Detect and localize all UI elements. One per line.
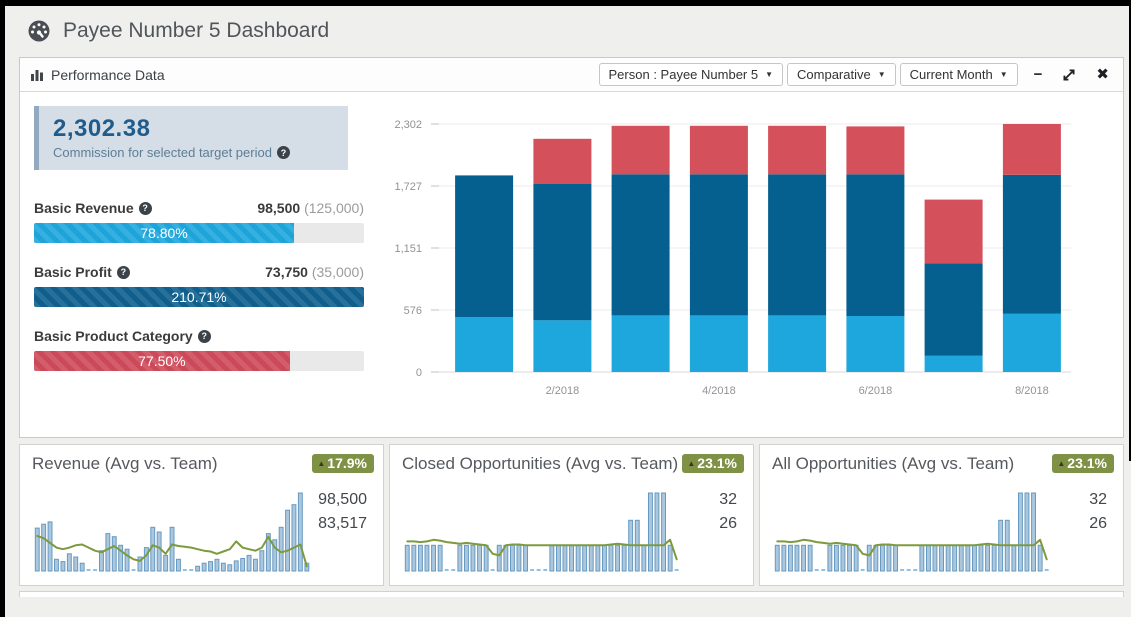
comparative-filter-label: Comparative: [797, 67, 871, 82]
panel-window-controls: − ✖: [1034, 67, 1109, 82]
svg-text:6/2018: 6/2018: [859, 385, 893, 397]
svg-text:1,151: 1,151: [394, 243, 422, 255]
metric-numbers: 98,500 (125,000): [257, 200, 364, 216]
all-opportunities-sparkline-chart: [774, 483, 1050, 579]
progress-track: 210.71%: [34, 287, 364, 307]
expand-icon[interactable]: [1062, 68, 1076, 82]
kpi-change-value: 23.1%: [1067, 455, 1107, 471]
kpi-secondary-value: 83,517: [318, 512, 367, 536]
metric-value: 98,500: [257, 200, 300, 216]
help-icon[interactable]: ?: [139, 202, 152, 215]
metric-value: 73,750: [265, 264, 308, 280]
bar-chart-icon: [30, 68, 44, 82]
triangle-up-icon: ▲: [317, 459, 325, 468]
kpi-values: 32 26: [1089, 488, 1107, 536]
kpi-change-badge: ▲ 23.1%: [682, 454, 744, 473]
period-filter-label: Current Month: [910, 67, 993, 82]
dashboard-gauge-icon: [27, 19, 51, 43]
filter-bar: Person : Payee Number 5 ▼ Comparative ▼ …: [599, 63, 1018, 86]
app-header: Payee Number 5 Dashboard: [5, 6, 1131, 55]
performance-data-panel: Performance Data Person : Payee Number 5…: [19, 57, 1124, 438]
metric-basic-profit: Basic Profit ? 73,750 (35,000) 210.71%: [34, 264, 364, 307]
kpi-primary-value: 98,500: [318, 488, 367, 512]
metric-label: Basic Revenue ?: [34, 200, 152, 216]
svg-text:1,727: 1,727: [394, 181, 422, 193]
metric-basic-product-category: Basic Product Category ? 77.50%: [34, 328, 364, 371]
chart-column: 0 576 1,151 1,727 2,302 2/2018 4/2018 6/2018 8/2…: [379, 106, 1119, 431]
metric-label: Basic Product Category ?: [34, 328, 211, 344]
page-title: Payee Number 5 Dashboard: [63, 19, 329, 43]
kpi-change-badge: ▲ 23.1%: [1052, 454, 1114, 473]
metric-basic-revenue: Basic Revenue ? 98,500 (125,000) 78.80%: [34, 200, 364, 243]
kpi-change-badge: ▲ 17.9%: [312, 454, 374, 473]
progress-fill: 210.71%: [34, 287, 364, 307]
period-filter-dropdown[interactable]: Current Month ▼: [900, 63, 1018, 86]
kpi-row: Revenue (Avg vs. Team) ▲ 17.9% 98,500 83…: [19, 444, 1124, 586]
svg-text:2/2018: 2/2018: [546, 385, 580, 397]
svg-text:576: 576: [404, 305, 422, 317]
kpi-values: 98,500 83,517: [318, 488, 367, 536]
close-icon[interactable]: ✖: [1096, 67, 1109, 82]
triangle-up-icon: ▲: [687, 459, 695, 468]
closed-opportunities-sparkline-chart: [404, 483, 680, 579]
svg-text:4/2018: 4/2018: [702, 385, 736, 397]
svg-text:2,302: 2,302: [394, 119, 422, 131]
metric-target: (35,000): [312, 264, 364, 280]
panel-header: Performance Data Person : Payee Number 5…: [20, 58, 1123, 92]
metric-target: (125,000): [304, 200, 364, 216]
person-filter-dropdown[interactable]: Person : Payee Number 5 ▼: [599, 63, 784, 86]
kpi-change-value: 17.9%: [327, 455, 367, 471]
chevron-down-icon: ▼: [1000, 70, 1008, 79]
progress-percent-label: 210.71%: [171, 289, 226, 305]
revenue-sparkline-chart: [34, 483, 310, 579]
kpi-revenue: Revenue (Avg vs. Team) ▲ 17.9% 98,500 83…: [19, 444, 384, 586]
commission-value: 2,302.38: [53, 115, 336, 143]
progress-track: 78.80%: [34, 223, 364, 243]
kpi-primary-value: 32: [719, 488, 737, 512]
help-icon[interactable]: ?: [198, 330, 211, 343]
next-panel-row-edge: [19, 591, 1124, 597]
metric-label-text: Basic Revenue: [34, 200, 134, 216]
help-icon[interactable]: ?: [117, 266, 130, 279]
panel-title: Performance Data: [51, 67, 165, 83]
progress-percent-label: 78.80%: [140, 225, 187, 241]
chevron-down-icon: ▼: [878, 70, 886, 79]
minimize-icon[interactable]: −: [1034, 67, 1043, 82]
metric-label-text: Basic Profit: [34, 264, 112, 280]
commission-caption: Commission for selected target period ?: [53, 145, 336, 160]
commission-summary-box: 2,302.38 Commission for selected target …: [34, 106, 348, 170]
kpi-values: 32 26: [719, 488, 737, 536]
kpi-primary-value: 32: [1089, 488, 1107, 512]
kpi-all-opportunities: All Opportunities (Avg vs. Team) ▲ 23.1%…: [759, 444, 1124, 586]
help-icon[interactable]: ?: [277, 146, 290, 159]
metric-label-text: Basic Product Category: [34, 328, 193, 344]
person-filter-label: Person : Payee Number 5: [609, 67, 759, 82]
triangle-up-icon: ▲: [1057, 459, 1065, 468]
kpi-change-value: 23.1%: [697, 455, 737, 471]
svg-text:8/2018: 8/2018: [1015, 385, 1049, 397]
progress-track: 77.50%: [34, 351, 364, 371]
kpi-closed-opportunities: Closed Opportunities (Avg vs. Team) ▲ 23…: [389, 444, 754, 586]
metric-numbers: 73,750 (35,000): [265, 264, 364, 280]
progress-percent-label: 77.50%: [138, 353, 185, 369]
progress-fill: 77.50%: [34, 351, 290, 371]
panel-body: 2,302.38 Commission for selected target …: [20, 92, 1123, 437]
summary-column: 2,302.38 Commission for selected target …: [34, 106, 379, 431]
commission-caption-text: Commission for selected target period: [53, 145, 272, 160]
commission-stacked-bar-chart: 0 576 1,151 1,727 2,302 2/2018 4/2018 6/2018 8/2…: [379, 110, 1079, 410]
svg-text:0: 0: [416, 367, 422, 379]
progress-fill: 78.80%: [34, 223, 294, 243]
chevron-down-icon: ▼: [765, 70, 773, 79]
metric-label: Basic Profit ?: [34, 264, 130, 280]
kpi-secondary-value: 26: [1089, 512, 1107, 536]
kpi-secondary-value: 26: [719, 512, 737, 536]
comparative-filter-dropdown[interactable]: Comparative ▼: [787, 63, 896, 86]
